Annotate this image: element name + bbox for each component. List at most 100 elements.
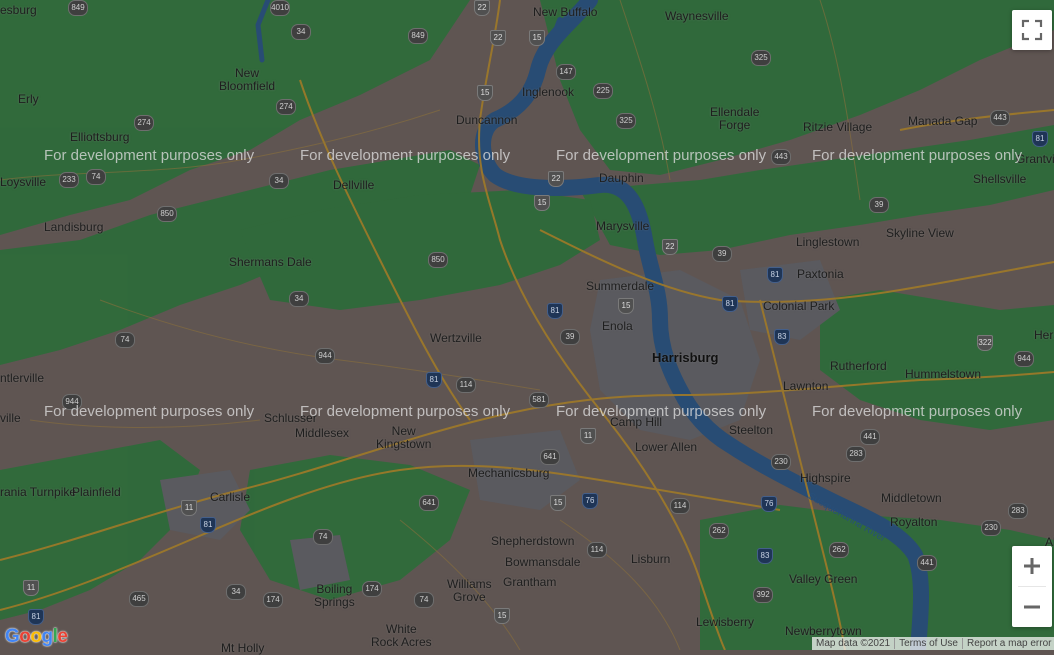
place-label: esburg	[0, 3, 37, 17]
us-route-shield: 15	[534, 195, 550, 211]
state-route-shield: 74	[115, 332, 135, 348]
map-data-text: Map data ©2021	[816, 638, 891, 649]
dev-watermark: For development purposes only	[44, 403, 255, 420]
place-label: Marysville	[596, 219, 650, 233]
us-route-shield: 322	[977, 335, 993, 351]
place-label: New Bloomfield	[219, 66, 276, 93]
place-label: New Kingstown	[376, 424, 432, 451]
state-route-shield: 283	[846, 446, 866, 462]
dev-watermark: For development purposes only	[556, 403, 767, 420]
dev-watermark: For development purposes only	[812, 147, 1023, 164]
state-route-shield: 581	[529, 392, 549, 408]
attribution-bar: Map data ©2021 Terms of Use Report a map e…	[812, 637, 1054, 650]
us-route-shield: 11	[23, 580, 39, 596]
minus-icon	[1024, 605, 1040, 609]
state-route-shield: 850	[157, 206, 177, 222]
place-label: Mt Holly	[221, 641, 265, 655]
state-route-shield: 114	[587, 542, 607, 558]
state-route-shield: 465	[129, 591, 149, 607]
state-route-shield: 233	[59, 172, 79, 188]
place-label: Waynesville	[665, 9, 729, 23]
state-route-shield: 641	[419, 495, 439, 511]
place-label: Loysville	[0, 175, 47, 189]
place-label: White Rock Acres	[371, 622, 432, 649]
place-label: Harrisburg	[652, 350, 719, 365]
state-route-shield: 443	[771, 149, 791, 165]
dev-watermark: For development purposes only	[556, 147, 767, 164]
fullscreen-button[interactable]	[1012, 10, 1052, 50]
place-label: Mechanicsburg	[468, 466, 550, 480]
us-route-shield: 22	[662, 239, 678, 255]
state-route-shield: 39	[869, 197, 889, 213]
zoom-control	[1012, 546, 1052, 627]
state-route-shield: 34	[289, 291, 309, 307]
state-route-shield: 74	[414, 592, 434, 608]
state-route-shield: 325	[616, 113, 636, 129]
place-label: Shermans Dale	[229, 255, 312, 269]
place-label: Skyline View	[886, 226, 954, 240]
zoom-out-button[interactable]	[1012, 587, 1052, 627]
place-label: Lisburn	[631, 552, 671, 566]
report-error-link[interactable]: Report a map error	[963, 638, 1054, 649]
interstate-shield: 76	[761, 496, 777, 512]
place-label: Valley Green	[789, 572, 858, 586]
interstate-shield: 81	[426, 372, 442, 388]
dev-watermark: For development purposes only	[300, 147, 511, 164]
place-label: Middlesex	[295, 426, 350, 440]
logo-letter: G	[5, 626, 20, 647]
state-route-shield: 174	[362, 581, 382, 597]
place-label: Erly	[18, 92, 39, 106]
state-route-shield: 74	[86, 169, 106, 185]
interstate-shield: 81	[722, 296, 738, 312]
state-route-shield: 225	[593, 83, 613, 99]
state-route-shield: 39	[560, 329, 580, 345]
place-label: Ritzie Village	[803, 120, 873, 134]
us-route-shield: 11	[181, 500, 197, 516]
place-label: Grantham	[503, 575, 557, 589]
us-route-shield: 15	[477, 85, 493, 101]
place-label: Lawnton	[783, 379, 829, 393]
state-route-shield: 74	[313, 529, 333, 545]
place-label: Plainfield	[72, 485, 121, 499]
dev-watermark: For development purposes only	[812, 403, 1023, 420]
logo-letter: g	[41, 626, 54, 647]
state-route-shield: 4010	[270, 0, 290, 16]
place-label: Colonial Park	[763, 299, 835, 313]
logo-letter: e	[57, 626, 68, 647]
state-route-shield: 274	[276, 99, 296, 115]
dev-watermark: For development purposes only	[300, 403, 511, 420]
interstate-shield: 81	[767, 267, 783, 283]
state-route-shield: 262	[709, 523, 729, 539]
state-route-shield: 147	[556, 64, 576, 80]
plus-icon	[1024, 558, 1040, 574]
state-route-shield: 849	[408, 28, 428, 44]
place-label: Shepherdstown	[491, 534, 575, 548]
state-route-shield: 325	[751, 50, 771, 66]
us-route-shield: 22	[490, 30, 506, 46]
state-route-shield: 34	[226, 584, 246, 600]
us-route-shield: 15	[550, 495, 566, 511]
state-route-shield: 944	[1014, 351, 1034, 367]
fullscreen-icon	[1021, 19, 1043, 41]
place-label: Summerdale	[586, 279, 655, 293]
state-route-shield: 114	[670, 498, 690, 514]
state-route-shield: 392	[753, 587, 773, 603]
place-label: Ellendale Forge	[710, 105, 760, 132]
place-label: Lower Allen	[635, 440, 698, 454]
zoom-in-button[interactable]	[1012, 546, 1052, 586]
place-label: Middletown	[881, 491, 942, 505]
state-route-shield: 230	[771, 454, 791, 470]
interstate-shield: 81	[1032, 131, 1048, 147]
state-route-shield: 114	[456, 377, 476, 393]
google-logo[interactable]: Google	[5, 626, 68, 648]
interstate-shield: 83	[774, 329, 790, 345]
interstate-shield: 81	[547, 303, 563, 319]
place-label: Dauphin	[599, 171, 644, 185]
state-route-shield: 39	[712, 246, 732, 262]
terms-link[interactable]: Terms of Use	[895, 638, 962, 649]
place-label: Wertzville	[430, 331, 482, 345]
state-route-shield: 262	[829, 542, 849, 558]
place-label: Inglenook	[522, 85, 575, 99]
us-route-shield: 22	[474, 0, 490, 16]
place-label: ville	[0, 411, 21, 425]
